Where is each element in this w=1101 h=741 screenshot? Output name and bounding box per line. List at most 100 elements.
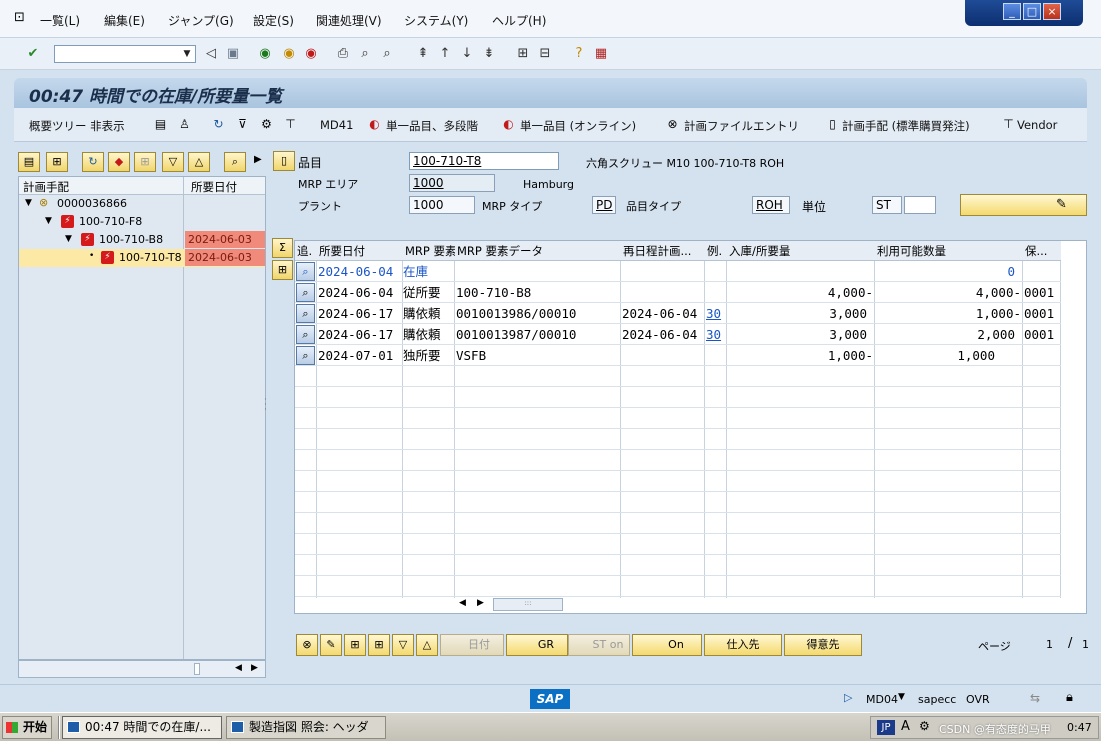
expand-triangle-icon[interactable]: ▼ [65, 234, 72, 244]
tree-exception-icon[interactable]: ◆ [108, 152, 130, 172]
previous-page-icon[interactable]: ↑ [436, 45, 454, 63]
tree-collapse-icon[interactable]: △ [188, 152, 210, 172]
next-page-icon[interactable]: ↓ [458, 45, 476, 63]
single-item-multilevel-button[interactable]: 単一品目、多段階 [386, 118, 478, 134]
new-session-icon[interactable]: ⊞ [514, 45, 532, 63]
exit-icon[interactable]: ◉ [280, 45, 298, 63]
material-icon[interactable]: ▤ [152, 116, 169, 133]
menu-environment[interactable]: 関連処理(V) [316, 12, 382, 29]
single-item-online-button[interactable]: 単一品目 (オンライン) [520, 118, 636, 134]
command-field[interactable]: ▼ [54, 45, 196, 63]
table-row[interactable]: ⌕ 2024-07-01 独所要 VSFB 1,000- 1,000 [295, 345, 1061, 366]
planned-order-button[interactable]: 計画手配 (標準購買発注) [842, 118, 970, 134]
close-button[interactable]: × [1043, 3, 1061, 20]
back-icon[interactable]: ◉ [256, 45, 274, 63]
col-header-exception[interactable]: 例. [705, 241, 727, 261]
menu-help[interactable]: ヘルプ(H) [492, 12, 546, 29]
table-row[interactable]: ⌕ 2024-06-04 在庫 0 [295, 261, 1061, 282]
tree-horizontal-scrollbar[interactable]: ◀ ▶ [18, 660, 266, 678]
cell-exception-link[interactable]: 30 [706, 324, 721, 345]
tool-expand-icon[interactable]: ▽ [392, 634, 414, 656]
scroll-thumb[interactable] [194, 663, 200, 675]
personal-settings-icon[interactable]: ⚙ [258, 116, 275, 133]
menu-settings[interactable]: 設定(S) [253, 12, 294, 29]
filter-settings-icon[interactable]: ⊤ [282, 116, 299, 133]
tree-row[interactable]: ▼ ⚡ 100-710-F8 [19, 213, 265, 231]
last-page-icon[interactable]: ⇟ [480, 45, 498, 63]
hide-tree-button[interactable]: 概要ツリー 非表示 [29, 118, 125, 134]
first-page-icon[interactable]: ⇞ [414, 45, 432, 63]
expand-triangle-icon[interactable]: ▼ [25, 198, 32, 208]
magnifier-icon[interactable]: ⌕ [296, 283, 315, 302]
tool-hierarchy-down-icon[interactable]: ⊞ [368, 634, 390, 656]
shortcut-icon[interactable]: ⊟ [536, 45, 554, 63]
tree-row-selected[interactable]: • ⚡ 100-710-T8 2024-06-03 [19, 249, 265, 267]
minimize-button[interactable]: _ [1003, 3, 1021, 20]
planning-file-button[interactable]: 計画ファイルエントリ [684, 118, 799, 134]
save-icon[interactable]: ▣ [224, 45, 242, 63]
taskbar-item-production-order[interactable]: 製造指図 照会: ヘッダ [226, 716, 386, 739]
col-header-date[interactable]: 所要日付 [317, 241, 403, 261]
gr-button[interactable]: GR [506, 634, 568, 656]
tool-collapse-icon[interactable]: △ [416, 634, 438, 656]
session-dropdown-icon[interactable]: ▼ [898, 692, 905, 702]
chevron-down-icon[interactable]: ▼ [179, 46, 195, 62]
scroll-thumb[interactable]: ::: [493, 598, 563, 611]
tree-row[interactable]: ▼ ⊗ 0000036866 [19, 195, 265, 213]
scroll-right-icon[interactable]: ▶ [251, 663, 258, 673]
tree-refresh-icon[interactable]: ↻ [82, 152, 104, 172]
tree-more-icon[interactable]: ▶ [254, 154, 262, 165]
material-detail-icon[interactable]: ▯ [273, 151, 295, 171]
table-horizontal-scrollbar[interactable]: ◀ ▶ ::: [455, 598, 595, 612]
taskbar-item-mrp[interactable]: 00:47 時間での在庫/... [62, 716, 222, 739]
filter-icon[interactable]: ⊽ [234, 116, 251, 133]
menu-system[interactable]: システム(Y) [404, 12, 468, 29]
cancel-icon[interactable]: ◉ [302, 45, 320, 63]
tree-overview-icon[interactable]: ▤ [18, 152, 40, 172]
tool-hierarchy-icon[interactable]: ⊞ [344, 634, 366, 656]
magnifier-icon[interactable]: ⌕ [296, 304, 315, 323]
date-button[interactable]: 日付 [440, 634, 504, 656]
menu-goto[interactable]: ジャンプ(G) [168, 12, 234, 29]
status-expand-icon[interactable]: ▷ [844, 691, 852, 704]
table-row[interactable]: ⌕ 2024-06-04 従所要 100-710-B8 4,000- 4,000… [295, 282, 1061, 303]
md41-button[interactable]: MD41 [320, 118, 353, 132]
planning-file-icon[interactable]: ⊗ [664, 116, 681, 133]
expand-triangle-icon[interactable]: ▼ [45, 216, 52, 226]
ime-icon[interactable]: A [901, 719, 910, 734]
scroll-right-icon[interactable]: ▶ [477, 598, 484, 608]
maximize-button[interactable]: □ [1023, 3, 1041, 20]
mrp-single-multi-icon[interactable]: ◐ [366, 116, 383, 133]
material-field[interactable]: 100-710-T8 [409, 152, 559, 170]
system-menu-icon[interactable]: ⊡ [14, 10, 25, 25]
mrp-single-online-icon[interactable]: ◐ [500, 116, 517, 133]
detail-icon[interactable]: ⊞ [272, 260, 293, 280]
menu-list[interactable]: 一覧(L) [40, 12, 80, 29]
col-header-storage[interactable]: 保... [1023, 241, 1061, 261]
magnifier-icon[interactable]: ⌕ [296, 346, 315, 365]
col-header-mrp-element[interactable]: MRP 要素 [403, 241, 455, 261]
tree-hierarchy-icon[interactable]: ⊞ [134, 152, 156, 172]
document-icon[interactable]: ▯ [824, 116, 841, 133]
col-header-element-data[interactable]: MRP 要素データ [455, 241, 621, 261]
menu-edit[interactable]: 編集(E) [104, 12, 145, 29]
vendor-icon[interactable]: ⊤ [1000, 116, 1017, 133]
magnifier-icon[interactable]: ⌕ [296, 262, 315, 281]
ime-settings-icon[interactable]: ⚙ [919, 719, 930, 733]
on-button[interactable]: On [632, 634, 702, 656]
sum-icon[interactable]: Σ [272, 238, 293, 258]
back-arrow-icon[interactable]: ◁ [202, 45, 220, 63]
cell-exception-link[interactable]: 30 [706, 303, 721, 324]
col-header-receipt-req[interactable]: 入庫/所要量 [727, 241, 875, 261]
tree-structure-icon[interactable]: ⊞ [46, 152, 68, 172]
col-header-available[interactable]: 利用可能数量 [875, 241, 1023, 261]
find-icon[interactable]: ⌕ [356, 45, 374, 63]
find-next-icon[interactable]: ⌕ [378, 45, 396, 63]
layout-menu-icon[interactable]: ▦ [592, 45, 610, 63]
refresh-icon[interactable]: ↻ [210, 116, 227, 133]
tool-edit-icon[interactable]: ✎ [320, 634, 342, 656]
help-icon[interactable]: ? [570, 45, 588, 63]
magnifier-icon[interactable]: ⌕ [296, 325, 315, 344]
table-row[interactable]: ⌕ 2024-06-17 購依頼 0010013986/00010 2024-0… [295, 303, 1061, 324]
edit-header-button[interactable]: ✎ [960, 194, 1087, 216]
